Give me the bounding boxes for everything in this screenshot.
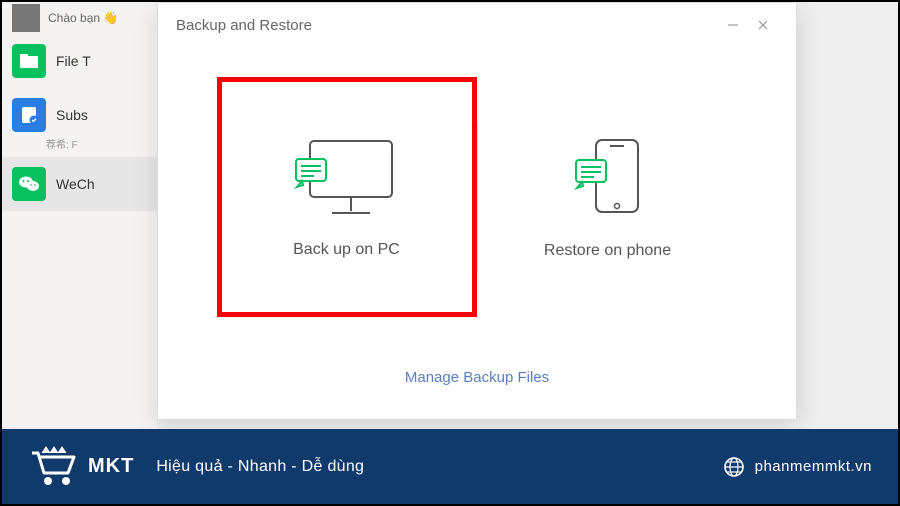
- monitor-icon: [292, 133, 402, 223]
- app-frame: Chào bạn 👋 File T Subs 荐希: F: [0, 0, 900, 506]
- sidebar-item-label: WeCh: [56, 176, 95, 192]
- dialog-footer: Manage Backup Files: [158, 347, 796, 407]
- close-button[interactable]: [748, 10, 778, 40]
- sidebar-header: Chào bạn 👋: [2, 2, 157, 34]
- dialog-title: Backup and Restore: [176, 17, 312, 34]
- backup-restore-dialog: Backup and Restore: [157, 2, 797, 420]
- brand-bottombar: MKT Hiệu quả - Nhanh - Dễ dùng phanmemmk…: [2, 429, 898, 504]
- sidebar-item-subs[interactable]: Subs: [2, 88, 157, 142]
- sidebar-item-label: Subs: [56, 107, 88, 123]
- phone-icon: [558, 134, 658, 224]
- greeting-text: Chào bạn 👋: [48, 11, 118, 25]
- site-url: phanmemmkt.vn: [755, 458, 872, 475]
- dialog-body: Back up on PC: [158, 47, 796, 347]
- restore-option-label: Restore on phone: [544, 242, 671, 260]
- brand-logo: MKT: [28, 445, 134, 489]
- sidebar-item-sub: 荐希: F: [46, 136, 157, 151]
- site-link[interactable]: phanmemmkt.vn: [723, 456, 872, 478]
- sidebar-item-wechat[interactable]: WeCh: [2, 157, 157, 211]
- minimize-button[interactable]: [718, 10, 748, 40]
- manage-backup-files-link[interactable]: Manage Backup Files: [405, 369, 549, 386]
- sidebar-item-file[interactable]: File T: [2, 34, 157, 88]
- sidebar-item-label: File T: [56, 53, 91, 69]
- brand-text: MKT: [88, 455, 134, 478]
- avatar[interactable]: [12, 4, 40, 32]
- backup-option-label: Back up on PC: [293, 241, 400, 259]
- cart-icon: [28, 445, 80, 489]
- globe-icon: [723, 456, 745, 478]
- restore-on-phone-option[interactable]: Restore on phone: [478, 77, 738, 317]
- clipboard-check-icon: [12, 98, 46, 132]
- folder-icon: [12, 44, 46, 78]
- wechat-icon: [12, 167, 46, 201]
- slogan-text: Hiệu quả - Nhanh - Dễ dùng: [156, 458, 364, 476]
- dialog-titlebar: Backup and Restore: [158, 3, 796, 47]
- backup-on-pc-option[interactable]: Back up on PC: [217, 77, 477, 317]
